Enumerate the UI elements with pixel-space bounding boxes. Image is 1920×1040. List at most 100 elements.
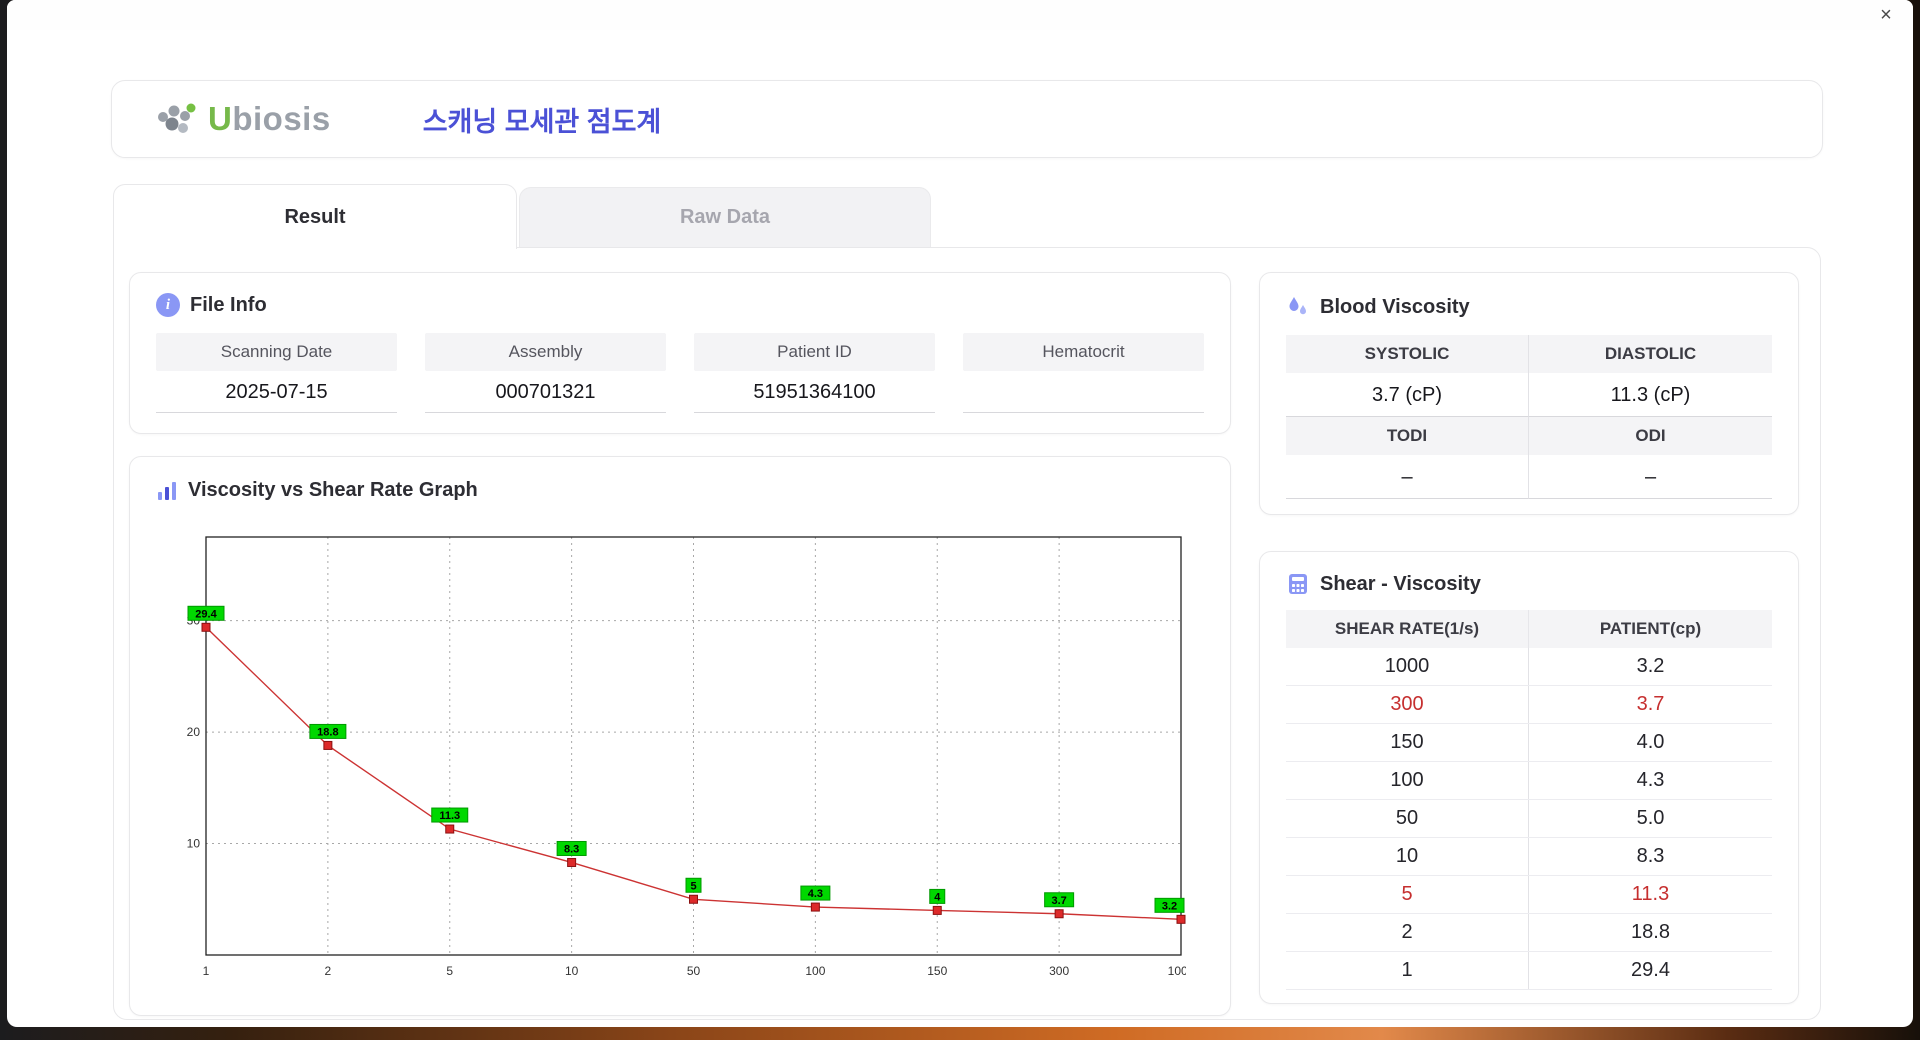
table-row: 10 8.3: [1286, 838, 1772, 876]
viscosity-chart-svg: 10203029.418.811.38.354.343.73.212510501…: [187, 536, 1195, 978]
svg-text:50: 50: [687, 964, 701, 978]
brand-logo: Ubiosis: [154, 100, 331, 138]
shear-rate-cell: 10: [1286, 838, 1529, 875]
table-row: 300 3.7: [1286, 686, 1772, 724]
table-row: 50 5.0: [1286, 800, 1772, 838]
patient-id-value: 51951364100: [694, 371, 935, 413]
table-row: 100 4.3: [1286, 762, 1772, 800]
svg-text:3.7: 3.7: [1051, 895, 1066, 907]
table-row: 5 11.3: [1286, 876, 1772, 914]
todi-header: TODI: [1286, 417, 1529, 455]
patient-cell: 8.3: [1636, 845, 1665, 867]
svg-text:2: 2: [325, 964, 332, 978]
patient-cell: 4.0: [1636, 731, 1665, 753]
field-patient-id: Patient ID 51951364100: [694, 333, 935, 413]
shear-rate-cell: 1000: [1286, 648, 1529, 685]
ubiosis-logo-icon: [158, 103, 196, 133]
patient-cell: 4.3: [1636, 769, 1665, 791]
field-hematocrit: Hematocrit: [963, 333, 1204, 413]
svg-text:300: 300: [1049, 964, 1069, 978]
title-bar: ×: [7, 0, 1913, 30]
blood-viscosity-table: SYSTOLIC DIASTOLIC 3.7 (cP) 11.3 (cP) TO…: [1286, 335, 1772, 499]
calculator-icon: [1289, 574, 1307, 594]
table-row: 150 4.0: [1286, 724, 1772, 762]
shear-rate-cell: 100: [1286, 762, 1529, 799]
shear-rate-header: SHEAR RATE(1/s): [1286, 610, 1529, 648]
table-row: 1000 3.2: [1286, 648, 1772, 686]
svg-text:3.2: 3.2: [1162, 900, 1177, 912]
svg-text:29.4: 29.4: [195, 608, 217, 620]
svg-text:150: 150: [927, 964, 947, 978]
app-window: × Ubiosis 스캐닝 모세관 점도계 Result Raw Data i …: [7, 0, 1913, 1027]
file-info-card: i File Info Scanning Date 2025-07-15 Ass…: [129, 272, 1231, 434]
table-row: 1 29.4: [1286, 952, 1772, 990]
file-info-fields: Scanning Date 2025-07-15 Assembly 000701…: [156, 333, 1204, 413]
tab-raw-data[interactable]: Raw Data: [519, 187, 931, 247]
scanning-date-label: Scanning Date: [156, 333, 397, 371]
shear-rate-cell: 5: [1286, 876, 1529, 913]
svg-text:18.8: 18.8: [317, 726, 338, 738]
svg-text:4: 4: [934, 891, 941, 903]
droplets-icon: [1289, 297, 1306, 315]
shear-table-header: SHEAR RATE(1/s) PATIENT(cp): [1286, 610, 1772, 648]
systolic-value: 3.7 (cP): [1286, 373, 1529, 417]
scanning-date-value: 2025-07-15: [156, 371, 397, 413]
table-row: 2 18.8: [1286, 914, 1772, 952]
file-info-title: File Info: [190, 293, 267, 316]
svg-text:5: 5: [690, 880, 696, 892]
patient-cell: 3.7: [1636, 693, 1665, 715]
diastolic-header: DIASTOLIC: [1529, 335, 1772, 373]
bar-chart-icon: [158, 481, 176, 500]
systolic-header: SYSTOLIC: [1286, 335, 1529, 373]
svg-text:1: 1: [203, 964, 210, 978]
patient-id-label: Patient ID: [694, 333, 935, 371]
svg-text:4.3: 4.3: [808, 888, 823, 900]
patient-cell: 5.0: [1636, 807, 1665, 829]
blood-viscosity-title: Blood Viscosity: [1320, 295, 1470, 318]
svg-text:20: 20: [187, 725, 201, 739]
graph-title: Viscosity vs Shear Rate Graph: [188, 479, 478, 501]
assembly-value: 000701321: [425, 371, 666, 413]
brand-u: U: [208, 100, 233, 137]
shear-table-body: 1000 3.2 300 3.7 150 4.0 100 4.3 50 5.0 10 8.3 5 11.3…: [1286, 648, 1772, 990]
diastolic-value: 11.3 (cP): [1529, 373, 1772, 417]
shear-rate-cell: 2: [1286, 914, 1529, 951]
page-title: 스캐닝 모세관 점도계: [422, 106, 662, 137]
shear-viscosity-table: SHEAR RATE(1/s) PATIENT(cp) 1000 3.2 300 3.…: [1286, 610, 1772, 990]
field-assembly: Assembly 000701321: [425, 333, 666, 413]
patient-cell: 11.3: [1631, 883, 1670, 905]
patient-header: PATIENT(cp): [1599, 619, 1702, 638]
tab-result[interactable]: Result: [113, 184, 517, 249]
assembly-label: Assembly: [425, 333, 666, 371]
patient-cell: 18.8: [1631, 921, 1670, 943]
todi-value: –: [1286, 455, 1529, 499]
info-icon: i: [156, 293, 180, 317]
svg-text:5: 5: [446, 964, 453, 978]
viscosity-chart: 10203029.418.811.38.354.343.73.212510501…: [176, 531, 1195, 1001]
hematocrit-label: Hematocrit: [963, 333, 1204, 371]
header: Ubiosis 스캐닝 모세관 점도계: [111, 80, 1823, 158]
patient-cell: 3.2: [1636, 655, 1665, 677]
odi-value: –: [1529, 455, 1772, 499]
shear-viscosity-title: Shear - Viscosity: [1320, 572, 1481, 595]
graph-card: Viscosity vs Shear Rate Graph 10203029.4…: [129, 456, 1231, 1016]
shear-rate-cell: 300: [1286, 686, 1529, 723]
patient-cell: 29.4: [1631, 959, 1670, 981]
svg-text:10: 10: [187, 837, 201, 851]
svg-text:10: 10: [565, 964, 579, 978]
shear-rate-cell: 1: [1286, 952, 1529, 989]
blood-viscosity-card: Blood Viscosity SYSTOLIC DIASTOLIC 3.7 (…: [1259, 272, 1799, 515]
svg-text:8.3: 8.3: [564, 843, 579, 855]
shear-rate-cell: 50: [1286, 800, 1529, 837]
svg-text:11.3: 11.3: [439, 810, 460, 822]
svg-text:1000: 1000: [1168, 964, 1186, 978]
field-scanning-date: Scanning Date 2025-07-15: [156, 333, 397, 413]
close-icon[interactable]: ×: [1873, 2, 1899, 28]
shear-rate-cell: 150: [1286, 724, 1529, 761]
shear-viscosity-card: Shear - Viscosity SHEAR RATE(1/s) PATIEN…: [1259, 551, 1799, 1004]
svg-text:100: 100: [805, 964, 825, 978]
brand-rest: biosis: [232, 100, 331, 137]
brand-text: Ubiosis: [208, 100, 331, 138]
odi-header: ODI: [1529, 417, 1772, 455]
hematocrit-value: [963, 371, 1204, 413]
